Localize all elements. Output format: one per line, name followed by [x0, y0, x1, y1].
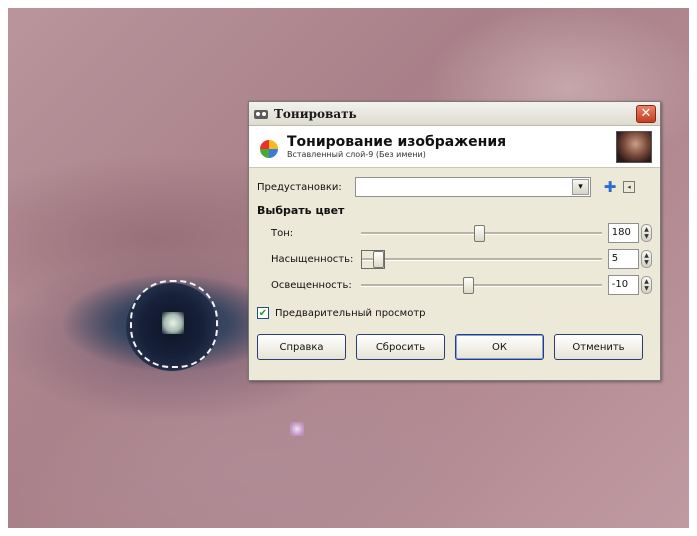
saturation-spinbox[interactable]: 5 [607, 249, 640, 269]
header-subtitle: Вставленный слой-9 (Без имени) [287, 149, 426, 159]
hue-label: Тон: [271, 227, 294, 239]
close-icon: ✕ [640, 106, 652, 121]
plus-icon[interactable]: ✚ [603, 178, 617, 196]
saturation-slider-thumb[interactable] [373, 251, 385, 268]
hue-spin-arrows[interactable]: ▲ ▼ [641, 224, 653, 242]
lightness-label: Освещенность: [271, 279, 352, 291]
hue-slider[interactable] [361, 223, 602, 243]
presets-label: Предустановки: [257, 181, 342, 193]
lightness-spin-arrows[interactable]: ▲ ▼ [641, 276, 653, 294]
hue-spinbox[interactable]: 180 [607, 223, 640, 243]
lightness-slider-thumb[interactable] [463, 277, 475, 294]
ok-button[interactable]: ОК [455, 334, 544, 360]
saturation-label: Насыщенность: [271, 253, 354, 265]
hue-slider-thumb[interactable] [474, 225, 486, 242]
cancel-button[interactable]: Отменить [554, 334, 643, 360]
layer-thumbnail [616, 130, 652, 163]
preview-label[interactable]: Предварительный просмотр [275, 308, 426, 319]
light-spot [290, 422, 304, 436]
saturation-row: Насыщенность: 5 ▲ ▼ [257, 246, 653, 272]
gimp-icon [254, 109, 268, 119]
saturation-slider[interactable] [361, 249, 602, 269]
dialog-header: Тонирование изображения Вставленный слой… [249, 126, 660, 168]
close-button[interactable]: ✕ [636, 104, 656, 123]
colorize-dialog: Тонировать ✕ Тонирование изображения Вст… [248, 101, 661, 381]
reset-button[interactable]: Сбросить [356, 334, 445, 360]
hue-row: Тон: 180 ▲ ▼ [257, 220, 653, 246]
section-title: Выбрать цвет [257, 204, 345, 217]
chevron-down-icon[interactable]: ▾ [572, 179, 589, 195]
header-title: Тонирование изображения [287, 133, 507, 150]
lightness-spinbox[interactable]: -10 [607, 275, 640, 295]
saturation-spin-arrows[interactable]: ▲ ▼ [641, 250, 653, 268]
presets-combo[interactable]: ▾ [355, 177, 591, 197]
preview-row[interactable]: ✔ Предварительный просмотр [257, 302, 652, 324]
preview-checkbox[interactable]: ✔ [257, 307, 269, 319]
lightness-slider[interactable] [361, 275, 602, 295]
menu-icon[interactable]: ◂ [623, 181, 635, 193]
title-bar[interactable]: Тонировать ✕ [249, 102, 660, 126]
help-button[interactable]: Справка [257, 334, 346, 360]
colorize-icon [260, 139, 278, 158]
lightness-row: Освещенность: -10 ▲ ▼ [257, 272, 653, 298]
window-title: Тонировать [274, 106, 357, 121]
selection-marquee[interactable] [130, 280, 218, 368]
